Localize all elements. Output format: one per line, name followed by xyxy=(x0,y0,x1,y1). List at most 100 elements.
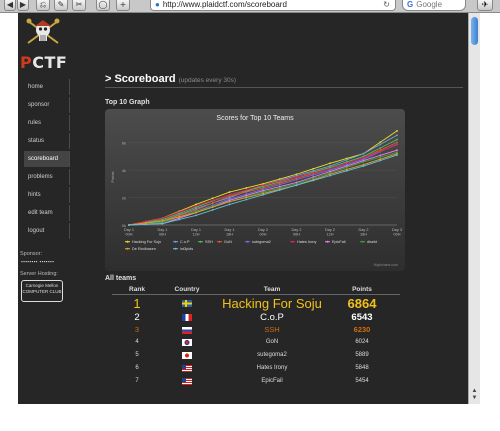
series-point xyxy=(278,183,281,186)
x-tick-label: Day 1 xyxy=(124,228,134,232)
series-point xyxy=(178,215,181,218)
series-point xyxy=(345,169,348,172)
series-line-0 xyxy=(128,130,398,226)
x-tick-label: Day 1 xyxy=(225,228,235,232)
table-row: 7 EpicFail 5454 xyxy=(112,375,400,388)
series-point xyxy=(195,204,197,207)
rank-cell: 3 xyxy=(134,325,140,334)
home-icon[interactable]: ◯ xyxy=(96,0,110,11)
series-point xyxy=(262,184,264,187)
bug-report-icon[interactable]: ✈ xyxy=(477,0,493,11)
points-cell: 5889 xyxy=(355,352,369,358)
history-icon[interactable]: ⎌ xyxy=(36,0,50,11)
hosting-label: Server Hosting: xyxy=(20,271,58,277)
series-point xyxy=(295,184,298,187)
chart-title: Scores for Top 10 Teams xyxy=(216,115,294,122)
series-point xyxy=(312,174,315,176)
x-tick-label: 00H xyxy=(394,233,401,237)
series-point xyxy=(379,143,382,146)
sidebar-item-status[interactable]: status xyxy=(24,133,70,149)
hosting-logo[interactable]: Carnegie Mellon COMPUTER CLUB xyxy=(21,280,63,302)
address-bar[interactable]: ● http://www.plaidctf.com/scoreboard ↻ xyxy=(150,0,396,11)
series-point xyxy=(362,152,365,155)
table-row: 3 SSH 6230 xyxy=(112,324,400,336)
x-tick-label: 18H xyxy=(360,233,367,237)
series-point xyxy=(211,199,214,202)
x-tick-label: Day 3 xyxy=(392,228,402,232)
title-divider xyxy=(105,87,463,88)
sidebar: PCTF home sponsor rules status scoreboard pro… xyxy=(18,13,88,404)
series-point xyxy=(362,161,365,163)
sidebar-item-hints[interactable]: hints xyxy=(24,187,70,203)
table-row: 4 GoN 6024 xyxy=(112,336,400,349)
series-line-2 xyxy=(128,139,398,226)
series-point xyxy=(362,165,365,167)
series-point xyxy=(228,193,231,196)
page-title: > Scoreboard (updates every 30s) xyxy=(105,73,237,85)
series-point xyxy=(345,166,348,169)
scrollbar-thumb[interactable] xyxy=(471,17,478,45)
series-point xyxy=(329,174,331,177)
sponsor-logo[interactable]: ▪▪▪▪▪▪▪▪ ▪▪▪▪▪▪▪ xyxy=(21,259,54,264)
update-note: (updates every 30s) xyxy=(178,77,237,84)
sidebar-item-problems[interactable]: problems xyxy=(24,169,70,185)
flag-ru-icon xyxy=(182,326,192,334)
legend-marker xyxy=(174,240,177,243)
sidebar-item-logout[interactable]: logout xyxy=(24,223,70,239)
x-tick-label: 06H xyxy=(293,233,300,237)
series-point xyxy=(228,200,231,203)
add-bookmark-icon[interactable]: + xyxy=(116,0,130,11)
search-placeholder: Google xyxy=(416,0,443,9)
legend-entry: int3pids xyxy=(180,247,193,251)
reload-icon[interactable]: ↻ xyxy=(383,0,390,10)
series-point xyxy=(312,167,315,170)
bookmarks-icon[interactable]: ✎ xyxy=(54,0,68,11)
tools-icon[interactable]: ✂ xyxy=(72,0,86,11)
team-name-cell: Hacking For Soju xyxy=(222,296,322,311)
legend-entry: sutegoma2 xyxy=(252,240,271,244)
search-field[interactable]: G Google xyxy=(402,0,466,11)
forward-button[interactable]: ▶ xyxy=(17,0,29,11)
series-point xyxy=(295,176,298,178)
flag-kr-icon xyxy=(182,339,192,346)
series-point xyxy=(379,147,382,149)
series-point xyxy=(379,150,382,153)
series-point xyxy=(345,162,348,165)
sidebar-item-sponsor[interactable]: sponsor xyxy=(24,97,70,113)
table-header-divider xyxy=(112,294,400,295)
legend-entry: C.o.P xyxy=(180,240,190,244)
rank-cell: 6 xyxy=(135,365,139,371)
team-name-cell: Hates Irony xyxy=(256,365,288,371)
series-point xyxy=(178,218,181,221)
sidebar-item-home[interactable]: home xyxy=(24,79,70,95)
back-button[interactable]: ◀ xyxy=(4,0,16,11)
points-cell: 6230 xyxy=(353,325,371,334)
browser-toolbar: ◀ ▶ ⎌ ✎ ✂ ◯ + ● http://www.plaidctf.com/s… xyxy=(0,0,500,13)
vertical-scrollbar[interactable]: ▲ ▼ xyxy=(468,13,480,404)
series-point xyxy=(396,154,398,156)
series-point xyxy=(161,222,164,225)
series-point xyxy=(396,143,398,146)
series-point xyxy=(396,149,398,152)
series-point xyxy=(228,203,231,206)
x-tick-label: 06H xyxy=(159,233,166,237)
rank-header: Rank xyxy=(129,286,145,293)
sidebar-item-scoreboard[interactable]: scoreboard xyxy=(24,151,70,167)
legend-entry: GoN xyxy=(224,240,232,244)
series-point xyxy=(128,224,130,226)
legend-marker xyxy=(361,240,364,243)
x-tick-label: Day 2 xyxy=(258,228,268,232)
series-point xyxy=(245,189,248,191)
scroll-arrows-icon[interactable]: ▲ ▼ xyxy=(470,388,479,402)
series-point xyxy=(295,178,298,181)
x-tick-label: Day 1 xyxy=(158,228,168,232)
legend-marker xyxy=(246,240,249,243)
sidebar-item-rules[interactable]: rules xyxy=(24,115,70,131)
x-tick-label: 12H xyxy=(327,233,334,237)
series-point xyxy=(211,209,214,211)
series-point xyxy=(178,211,181,213)
sidebar-item-edit-team[interactable]: edit team xyxy=(24,205,70,221)
team-name-cell: EpicFail xyxy=(261,378,283,384)
series-point xyxy=(245,187,248,189)
google-search-icon: G xyxy=(407,0,414,9)
